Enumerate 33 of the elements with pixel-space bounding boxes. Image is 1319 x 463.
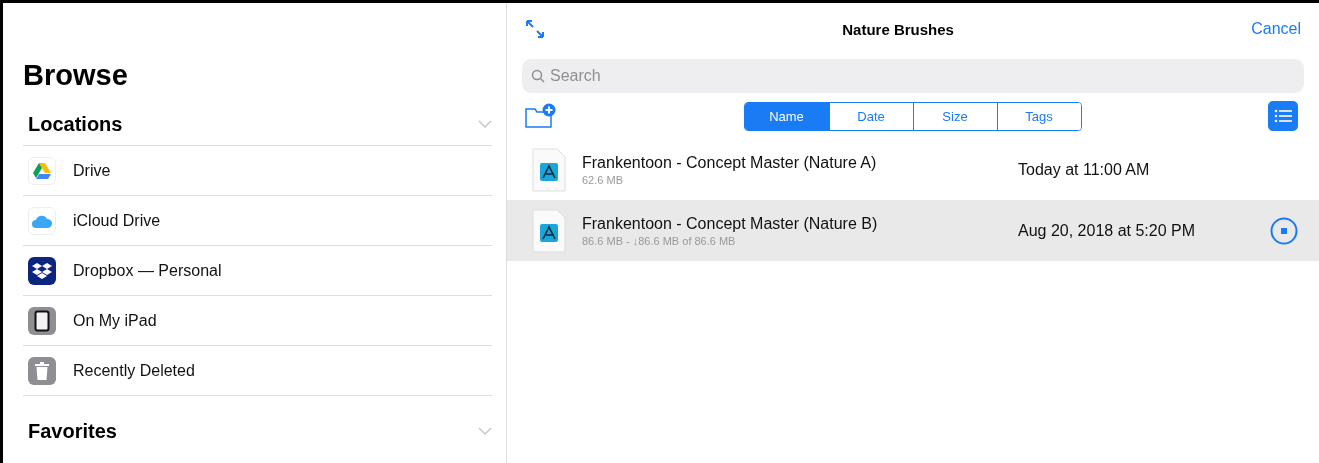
location-item[interactable]: iCloud Drive <box>23 196 492 246</box>
location-item[interactable]: On My iPad <box>23 296 492 346</box>
sort-tab[interactable]: Tags <box>996 102 1081 130</box>
file-row[interactable]: Frankentoon - Concept Master (Nature B) 86.6 MB - ↓86.6 MB of 86.6 MB Aug 20, 2018 at 5:20 PM <box>507 200 1319 261</box>
page-title: Browse <box>23 58 129 93</box>
list-icon <box>1274 109 1292 123</box>
file-detail: 62.6 MB <box>582 173 624 186</box>
document-icon <box>532 147 566 192</box>
location-item[interactable]: Dropbox — Personal <box>23 246 492 296</box>
section-title: Favorites <box>28 419 117 443</box>
file-name: Frankentoon - Concept Master (Nature B) <box>582 214 879 233</box>
location-item[interactable]: Recently Deleted <box>23 346 492 396</box>
document-icon <box>532 208 566 253</box>
file-date: Aug 20, 2018 at 5:20 PM <box>1018 221 1196 240</box>
file-detail: 86.6 MB - ↓86.6 MB of 86.6 MB <box>582 234 737 247</box>
list-view-button[interactable] <box>1268 101 1298 131</box>
location-item[interactable]: Drive <box>23 146 492 196</box>
expand-icon[interactable] <box>525 19 545 39</box>
cancel-button[interactable]: Cancel <box>1251 20 1301 38</box>
search-icon <box>531 69 545 83</box>
trash-icon <box>28 356 56 385</box>
new-folder-icon[interactable] <box>525 103 557 129</box>
file-date: Today at 11:00 AM <box>1018 160 1151 179</box>
dropbox-icon <box>28 256 56 285</box>
folder-title: Nature Brushes <box>842 20 954 38</box>
sort-tab[interactable]: Name <box>744 102 829 130</box>
section-title: Locations <box>28 112 123 136</box>
file-name: Frankentoon - Concept Master (Nature A) <box>582 153 878 172</box>
cloud-icon <box>28 206 56 235</box>
stop-download-icon[interactable] <box>1270 216 1298 245</box>
tablet-icon <box>28 306 56 335</box>
search-field[interactable]: Search <box>522 59 1304 93</box>
drive-icon <box>28 156 56 185</box>
